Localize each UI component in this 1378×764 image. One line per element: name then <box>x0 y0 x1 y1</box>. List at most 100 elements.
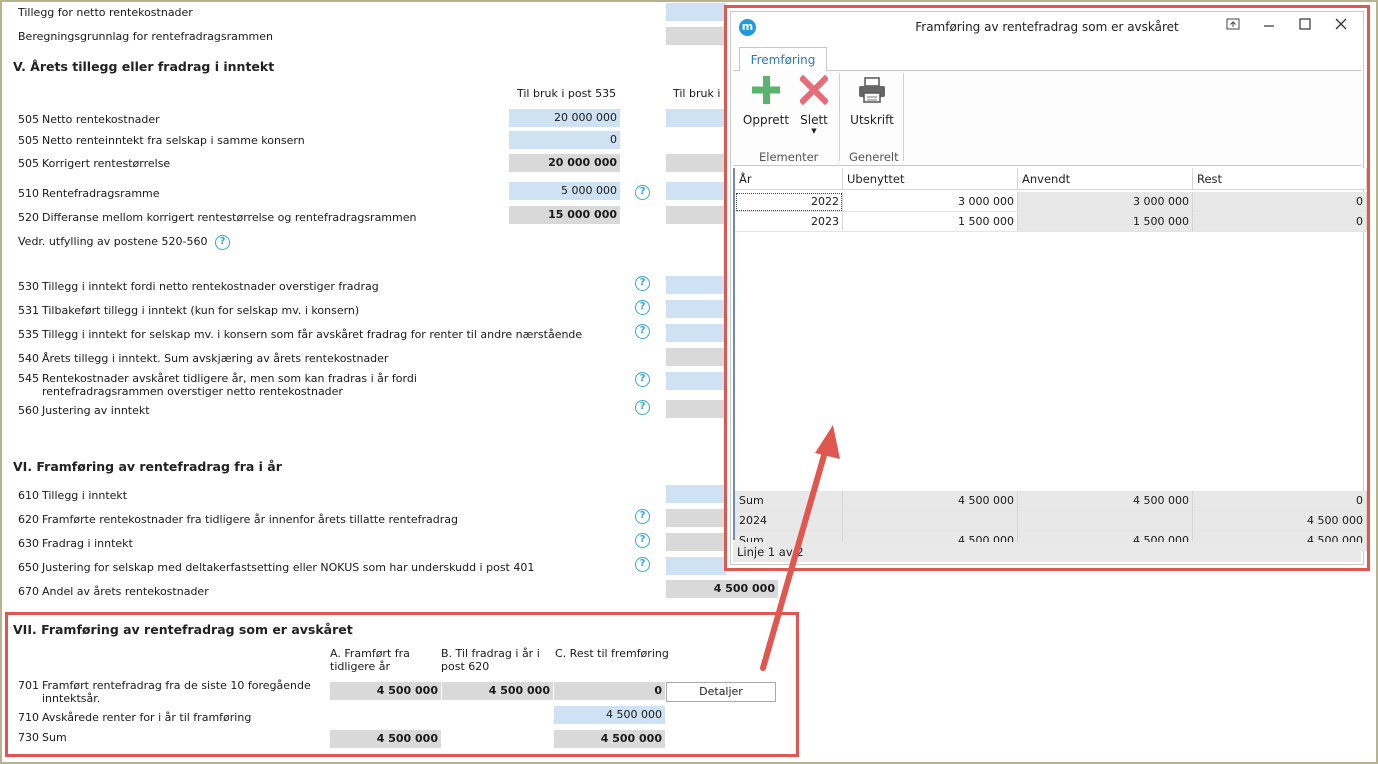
help-icon[interactable]: ? <box>635 509 650 524</box>
post-number: 701 <box>18 679 39 692</box>
column-header: Til bruk i post 535 <box>517 87 617 100</box>
value-field[interactable]: 0 <box>509 131 620 149</box>
value-field[interactable] <box>666 276 726 294</box>
value-field[interactable] <box>666 3 726 21</box>
value-field: 20 000 000 <box>509 154 620 172</box>
restore-layout-icon[interactable] <box>1223 18 1243 36</box>
title-bar[interactable]: m Framføring av rentefradrag som er avsk… <box>731 12 1363 42</box>
value-field <box>666 206 726 224</box>
value-field[interactable]: 4 500 000 <box>554 706 665 724</box>
minimize-icon[interactable] <box>1259 18 1279 36</box>
table-cell[interactable]: 1 500 000 <box>843 212 1018 232</box>
table-cell-year[interactable]: 2023 <box>735 212 843 232</box>
post-number: 650 <box>18 561 39 574</box>
column-header: A. Framført fra <box>330 647 410 660</box>
summary-cell: 4 500 000 <box>1018 491 1193 511</box>
row-label: Tillegg for netto rentekostnader <box>18 6 193 19</box>
row-label: Rentekostnader avskåret tidligere år, me… <box>42 372 417 385</box>
value-field[interactable] <box>666 182 726 200</box>
value-field <box>666 27 726 45</box>
dialog-body: m Framføring av rentefradrag som er avsk… <box>730 11 1367 565</box>
value-field[interactable]: 5 000 000 <box>509 182 620 200</box>
column-header: Til bruk i <box>673 87 721 100</box>
post-number: 710 <box>18 711 39 724</box>
value-field: 4 500 000 <box>330 682 441 700</box>
delete-button[interactable]: Slett ▼ <box>797 74 831 135</box>
column-header: tidligere år <box>330 660 391 673</box>
help-icon[interactable]: ? <box>635 372 650 387</box>
table-cell[interactable]: 3 000 000 <box>843 192 1018 212</box>
value-field: 15 000 000 <box>509 206 620 224</box>
group-label-general: Generelt <box>849 150 899 164</box>
help-icon[interactable]: ? <box>635 324 650 339</box>
details-button[interactable]: Detaljer <box>666 682 776 702</box>
close-icon[interactable] <box>1331 18 1351 36</box>
plus-icon <box>752 76 780 104</box>
post-number: 505 <box>18 113 39 126</box>
value-field <box>666 348 726 366</box>
dialog-window: m Framføring av rentefradrag som er avsk… <box>724 5 1370 571</box>
table-cell[interactable]: 0 <box>1193 212 1367 232</box>
value-field: 4 500 000 <box>666 580 778 598</box>
value-field[interactable] <box>666 324 726 342</box>
row-label: Sum <box>42 731 67 744</box>
table-cell[interactable]: 0 <box>1193 192 1367 212</box>
row-label: Netto renteinntekt fra selskap i samme k… <box>42 134 305 147</box>
value-field[interactable] <box>666 372 726 390</box>
row-label: Justering for selskap med deltakerfastse… <box>42 561 535 574</box>
maximize-icon[interactable] <box>1295 18 1315 36</box>
column-header-used[interactable]: Anvendt <box>1018 168 1193 190</box>
table-cell[interactable]: 1 500 000 <box>1018 212 1193 232</box>
post-number: 560 <box>18 404 39 417</box>
value-field[interactable] <box>666 300 726 318</box>
value-field[interactable] <box>666 109 726 127</box>
tab-fremforing[interactable]: Fremføring <box>739 47 827 71</box>
column-header-year[interactable]: År <box>735 168 843 190</box>
post-number: 540 <box>18 352 39 365</box>
value-field[interactable] <box>666 485 726 503</box>
table-cell[interactable]: 3 000 000 <box>1018 192 1193 212</box>
column-header-rest[interactable]: Rest <box>1193 168 1367 190</box>
value-field: 4 500 000 <box>442 682 553 700</box>
summary-label: Sum <box>735 491 843 511</box>
post-number: 520 <box>18 211 39 224</box>
row-label: Avskårede renter for i år til framføring <box>42 711 252 724</box>
help-icon[interactable]: ? <box>635 557 650 572</box>
post-number: 531 <box>18 304 39 317</box>
help-icon[interactable]: ? <box>635 400 650 415</box>
post-number: 610 <box>18 489 39 502</box>
section-heading: VII. Framføring av rentefradrag som er a… <box>13 622 353 637</box>
row-label: Korrigert rentestørrelse <box>42 157 171 170</box>
summary-label: 2024 <box>735 511 843 531</box>
column-header-unused[interactable]: Ubenyttet <box>843 168 1018 190</box>
print-label: Utskrift <box>850 113 894 127</box>
column-header: B. Til fradrag i år i <box>441 647 540 660</box>
group-divider <box>903 73 904 161</box>
help-icon[interactable]: ? <box>215 235 230 250</box>
print-button[interactable]: Utskrift <box>847 75 897 127</box>
value-field[interactable]: 20 000 000 <box>509 109 620 127</box>
row-label: Netto rentekostnader <box>42 113 160 126</box>
summary-cell <box>1018 511 1193 531</box>
summary-cell: 4 500 000 <box>843 491 1018 511</box>
note-label: Vedr. utfylling av postene 520-560 <box>18 235 208 248</box>
create-button[interactable]: Opprett <box>741 75 791 127</box>
create-label: Opprett <box>742 113 790 127</box>
value-field <box>666 509 726 527</box>
post-number: 545 <box>18 372 39 385</box>
table-cell-year[interactable]: 2022 <box>735 192 843 212</box>
help-icon[interactable]: ? <box>635 185 650 200</box>
help-icon[interactable]: ? <box>635 276 650 291</box>
row-label: Beregningsgrunnlag for rentefradragsramm… <box>18 30 274 43</box>
value-field[interactable] <box>666 557 726 575</box>
post-number: 510 <box>18 187 39 200</box>
help-icon[interactable]: ? <box>635 533 650 548</box>
status-bar: Linje 1 av 2 <box>733 542 1361 562</box>
chevron-down-icon: ▼ <box>811 127 817 135</box>
value-field: 4 500 000 <box>554 730 665 748</box>
help-icon[interactable]: ? <box>635 300 650 315</box>
delete-label: Slett <box>800 113 828 127</box>
row-label: Tillegg i inntekt fordi netto rentekostn… <box>42 280 379 293</box>
post-number: 535 <box>18 328 39 341</box>
column-header: C. Rest til fremføring <box>555 647 669 660</box>
